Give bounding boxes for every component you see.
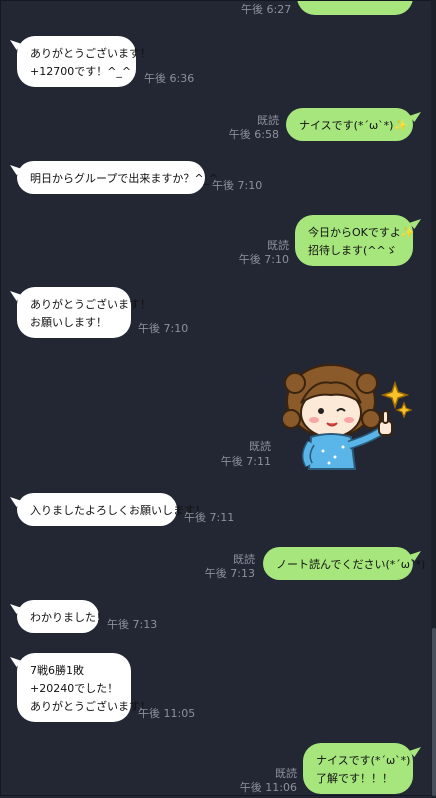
- message-bubble-outgoing[interactable]: ナイスです(*´ω`*)✨: [286, 108, 413, 141]
- message-line: 入りましたよろしくお願いします！: [30, 504, 206, 517]
- message-line: お願いします！: [30, 316, 107, 329]
- read-receipt: 既読: [233, 553, 255, 566]
- message-line: ありがとうございます！: [30, 47, 151, 60]
- message-bubble-incoming[interactable]: ありがとうございます！ お願いします！: [17, 287, 151, 338]
- message-time: 午後 7:10: [238, 253, 289, 266]
- read-receipt: 既読: [249, 440, 271, 453]
- message-line: ナイスです(*´ω`*): [316, 754, 411, 767]
- message-line: 明日からグループで出来ますか？^_^: [30, 172, 219, 185]
- message-line: ありがとうございます！: [30, 700, 151, 713]
- message-line: ナイスです(*´ω`*)✨: [299, 119, 408, 132]
- read-receipt: 既読: [257, 114, 279, 127]
- message-time: 午後 6:27: [241, 3, 292, 16]
- read-receipt: 既読: [267, 239, 289, 252]
- message-line: ノート読んでください(*´ω`*): [276, 558, 426, 571]
- message-time: 午後 7:13: [204, 567, 255, 580]
- chat-window: 午後 6:27 ありがとうございます！ +12700です！^_^ 午後 6:36…: [0, 0, 434, 796]
- message-time: 午後 7:11: [184, 511, 235, 524]
- message-line: 招待します(^^ゞ: [308, 244, 397, 257]
- message-bubble-outgoing[interactable]: 今日からOKですよ✨ 招待します(^^ゞ: [295, 215, 415, 266]
- message-bubble-incoming[interactable]: 7戦6勝1敗 +20240でした！ ありがとうございます！: [17, 653, 151, 722]
- message-bubble-outgoing[interactable]: ナイスです(*´ω`*) 了解です！！！: [303, 743, 413, 794]
- girl-thumbs-up-sticker-icon: [281, 364, 413, 470]
- message-time: 午後 11:06: [239, 781, 297, 794]
- sticker-image[interactable]: [281, 361, 415, 473]
- message-bubble-incoming[interactable]: ありがとうございます！ +12700です！^_^: [17, 36, 151, 87]
- message-time: 午後 11:05: [138, 707, 196, 720]
- message-bubble-outgoing[interactable]: ノート読んでください(*´ω`*): [263, 547, 426, 580]
- message-bubble-incoming[interactable]: 入りましたよろしくお願いします！: [17, 493, 206, 526]
- message-line: +20240でした！: [30, 682, 119, 695]
- message-line: ありがとうございます！: [30, 298, 151, 311]
- message-time: 午後 7:13: [107, 618, 158, 631]
- message-line: 今日からOKですよ✨: [308, 226, 415, 239]
- message-bubble-incoming[interactable]: 明日からグループで出来ますか？^_^: [17, 161, 219, 194]
- message-line: わかりました！: [30, 611, 107, 624]
- message-time: 午後 7:10: [138, 322, 189, 335]
- message-line: 7戦6勝1敗: [30, 664, 84, 677]
- scrollbar[interactable]: [431, 0, 436, 798]
- message-time: 午後 6:58: [228, 128, 279, 141]
- scrollbar-thumb[interactable]: [432, 628, 436, 796]
- message-time: 午後 7:10: [212, 179, 263, 192]
- message-bubble-incoming[interactable]: わかりました！: [17, 600, 107, 633]
- read-receipt: 既読: [275, 767, 297, 780]
- message-time: 午後 7:11: [220, 455, 271, 468]
- message-bubble-outgoing[interactable]: [297, 1, 413, 15]
- message-line: 了解です！！！: [316, 772, 393, 785]
- message-line: +12700です！^_^: [30, 65, 132, 78]
- message-time: 午後 6:36: [144, 72, 195, 85]
